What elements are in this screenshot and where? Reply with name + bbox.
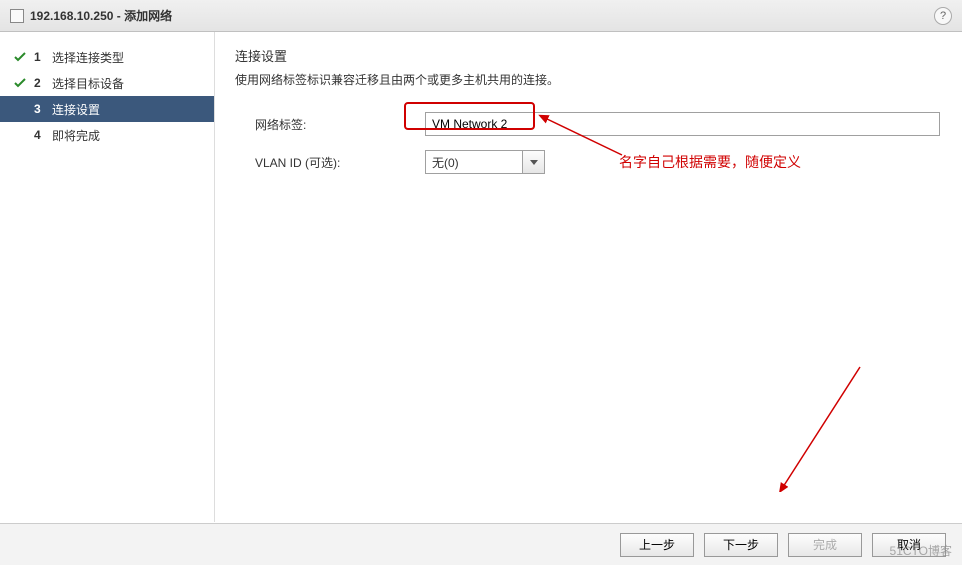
vlan-dropdown[interactable]: 无(0)	[425, 150, 545, 174]
step-label: 即将完成	[52, 127, 100, 144]
window-title: 192.168.10.250 - 添加网络	[30, 7, 172, 24]
step-label: 选择连接类型	[52, 49, 124, 66]
check-icon	[14, 51, 26, 63]
vlan-label: VLAN ID (可选):	[255, 154, 425, 171]
host-icon	[10, 9, 24, 23]
step-number: 3	[34, 102, 44, 116]
network-label-input[interactable]	[425, 112, 940, 136]
step-label: 连接设置	[52, 101, 100, 118]
check-icon	[14, 77, 26, 89]
next-button[interactable]: 下一步	[704, 533, 778, 557]
annotation-text: 名字自己根据需要，随便定义	[619, 152, 801, 172]
wizard-step-2[interactable]: 2 选择目标设备	[0, 70, 214, 96]
content-panel: 连接设置 使用网络标签标识兼容迁移且由两个或更多主机共用的连接。 网络标签: V…	[215, 32, 962, 522]
chevron-down-icon[interactable]	[522, 151, 544, 173]
step-number: 4	[34, 128, 44, 142]
watermark: 51CTO博客	[890, 542, 952, 559]
vlan-row: VLAN ID (可选): 无(0)	[235, 150, 942, 174]
back-button[interactable]: 上一步	[620, 533, 694, 557]
step-number: 1	[34, 50, 44, 64]
section-description: 使用网络标签标识兼容迁移且由两个或更多主机共用的连接。	[235, 71, 942, 88]
titlebar: 192.168.10.250 - 添加网络 ?	[0, 0, 962, 32]
arrow-to-next-icon	[775, 362, 865, 492]
wizard-sidebar: 1 选择连接类型 2 选择目标设备 3 连接设置 4 即将完成	[0, 32, 215, 522]
footer: 上一步 下一步 完成 取消	[0, 523, 962, 565]
network-label-row: 网络标签:	[235, 112, 942, 136]
wizard-step-4[interactable]: 4 即将完成	[0, 122, 214, 148]
finish-button: 完成	[788, 533, 862, 557]
help-icon[interactable]: ?	[934, 7, 952, 25]
wizard-step-3[interactable]: 3 连接设置	[0, 96, 214, 122]
step-label: 选择目标设备	[52, 75, 124, 92]
section-title: 连接设置	[235, 46, 942, 65]
vlan-selected-value: 无(0)	[426, 151, 522, 173]
wizard-step-1[interactable]: 1 选择连接类型	[0, 44, 214, 70]
network-label-text: 网络标签:	[255, 116, 425, 133]
step-number: 2	[34, 76, 44, 90]
